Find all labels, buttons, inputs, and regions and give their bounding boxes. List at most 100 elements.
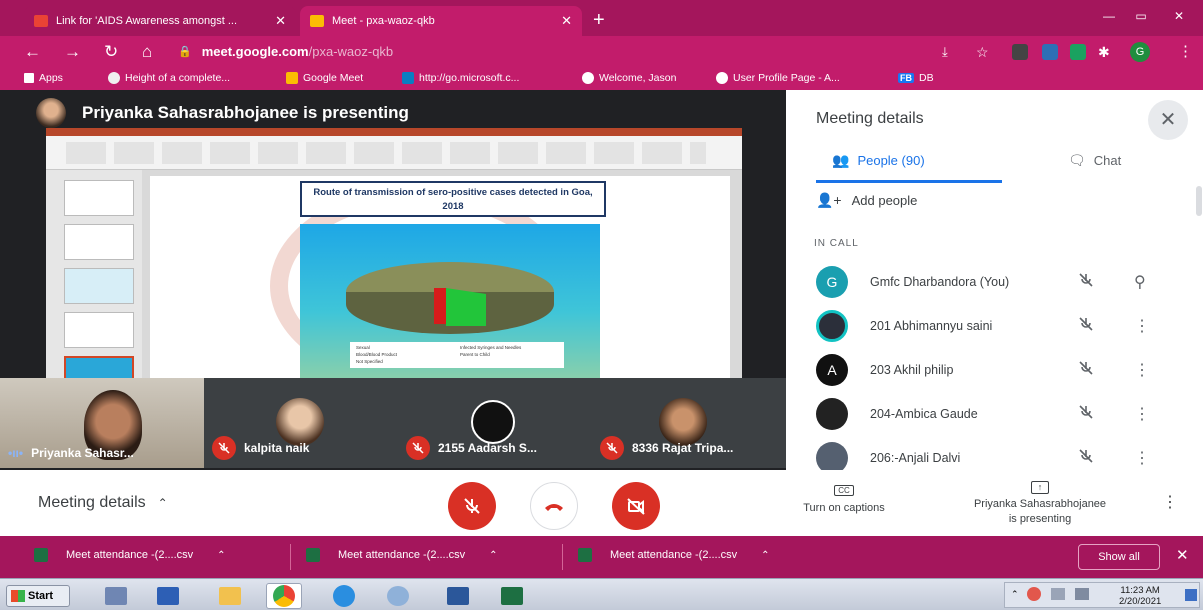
call-controls-bar: Meeting details ⌃ CC Turn on captions ↑ … (0, 470, 1203, 536)
start-button[interactable]: Start (6, 585, 70, 607)
bookmark-item[interactable]: FB DB (898, 72, 934, 84)
excel-icon (501, 587, 523, 605)
more-options-icon[interactable]: ⋮ (1134, 360, 1150, 380)
profile-avatar[interactable]: G (1130, 42, 1150, 62)
participant-tile[interactable]: •ıı• Priyanka Sahasr... (0, 378, 204, 468)
mic-off-icon (406, 436, 430, 460)
bookmark-item[interactable]: Welcome, Jason (582, 72, 676, 84)
taskbar: Start ⌃ 11:23 AM 2/20/2021 (0, 578, 1203, 610)
tray-expand-icon[interactable]: ⌃ (1011, 589, 1019, 600)
more-options-icon[interactable]: ⋮ (1134, 448, 1150, 468)
meeting-details-panel: Meeting details ✕ 👥 People (90) 🗨 Chat 👤… (786, 90, 1203, 474)
slide-title: Route of transmission of sero-positive c… (300, 181, 606, 217)
chevron-up-icon[interactable]: ⌃ (761, 550, 769, 561)
presenting-button[interactable]: ↑ Priyanka Sahasrabhojanee is presenting (940, 480, 1140, 527)
pin-icon[interactable]: ⚲ (1134, 272, 1146, 292)
tab-gmail[interactable]: Link for 'AIDS Awareness amongst ... ✕ (24, 6, 296, 36)
chevron-up-icon[interactable]: ⌃ (489, 550, 497, 561)
puzzle-icon[interactable]: ✱ (1098, 42, 1110, 62)
taskbar-app-folder[interactable] (212, 583, 248, 609)
legend-entry: Infected Syringes and Needles (460, 345, 522, 350)
slide-thumbnail (64, 268, 134, 304)
participant-tile[interactable]: 2155 Aadarsh S... (398, 378, 592, 468)
in-call-heading: IN CALL (814, 238, 859, 249)
show-desktop-button[interactable] (1185, 589, 1197, 601)
tab-people[interactable]: 👥 People (90) (832, 152, 925, 169)
extension-icon[interactable] (1042, 44, 1058, 60)
participant-row[interactable]: 204-Ambica Gaude ⋮ (816, 398, 1186, 430)
extension-icon[interactable] (1070, 44, 1086, 60)
panel-scrollbar[interactable] (1196, 186, 1202, 216)
network-icon[interactable] (1027, 587, 1041, 601)
taskbar-app-media[interactable] (150, 583, 186, 609)
current-slide: Route of transmission of sero-positive c… (150, 176, 730, 404)
taskbar-app-chrome[interactable] (266, 583, 302, 609)
show-all-button[interactable]: Show all (1078, 544, 1160, 570)
more-options-icon[interactable]: ⋮ (1134, 316, 1150, 336)
clock[interactable]: 11:23 AM 2/20/2021 (1119, 585, 1161, 607)
tab-meet[interactable]: Meet - pxa-waoz-qkb ✕ (300, 6, 582, 36)
url-host: meet.google.com (201, 44, 309, 59)
chevron-up-icon[interactable]: ⌃ (217, 550, 225, 561)
taskbar-app-ie[interactable] (326, 583, 362, 609)
bing-icon (402, 72, 414, 84)
divider (562, 544, 563, 570)
participant-tile[interactable]: kalpita naik (204, 378, 398, 468)
tab-label: Link for 'AIDS Awareness amongst ... (56, 15, 238, 27)
bookmark-item[interactable]: User Profile Page - A... (716, 72, 840, 84)
divider (290, 544, 291, 570)
bookmark-item[interactable]: Height of a complete... (108, 72, 230, 84)
add-people-button[interactable]: 👤+ Add people (816, 192, 917, 209)
close-downloads-icon[interactable]: ✕ (1176, 546, 1189, 564)
audio-level-icon: •ıı• (8, 446, 24, 460)
close-panel-button[interactable]: ✕ (1148, 100, 1188, 140)
display-icon[interactable] (1075, 588, 1089, 600)
home-icon[interactable]: ⌂ (142, 42, 152, 62)
download-item[interactable]: Meet attendance -(2....csv ⌃ (578, 548, 770, 562)
download-icon[interactable]: ⤓ (942, 42, 948, 62)
downloads-bar: Meet attendance -(2....csv ⌃ Meet attend… (0, 536, 1203, 578)
maximize-button[interactable]: ▭ (1126, 6, 1156, 26)
tile-name: kalpita naik (244, 441, 310, 455)
taskbar-app-explorer[interactable] (98, 583, 134, 609)
more-options-icon[interactable]: ⋮ (1134, 404, 1150, 424)
taskbar-app-word[interactable] (440, 583, 476, 609)
legend-entry: Blood/Blood Product (356, 352, 398, 357)
participant-tile[interactable]: 8336 Rajat Tripa... (592, 378, 786, 468)
new-tab-button[interactable]: + (593, 9, 605, 32)
extension-icon[interactable] (1012, 44, 1028, 60)
flag-icon[interactable] (1051, 588, 1065, 600)
meeting-details-toggle[interactable]: Meeting details ⌃ (38, 494, 168, 512)
more-options-icon[interactable]: ⋮ (1162, 492, 1178, 512)
bookmark-item[interactable]: http://go.microsoft.c... (402, 72, 519, 84)
minimize-button[interactable]: — (1094, 6, 1124, 26)
kebab-menu-icon[interactable]: ⋮ (1178, 42, 1193, 62)
legend-entry: Sexual (356, 345, 370, 350)
participant-row[interactable]: 201 Abhimannyu saini ⋮ (816, 310, 1186, 342)
close-tab-icon[interactable]: ✕ (267, 13, 286, 29)
participant-name: 204-Ambica Gaude (870, 407, 978, 421)
forward-arrow-icon[interactable]: → (64, 42, 81, 62)
bookmark-item[interactable]: Google Meet (286, 72, 363, 84)
avatar: A (816, 354, 848, 386)
taskbar-app-excel[interactable] (494, 583, 530, 609)
close-tab-icon[interactable]: ✕ (553, 13, 572, 29)
taskbar-app-paint[interactable] (380, 583, 416, 609)
leave-call-button[interactable] (530, 482, 578, 530)
back-arrow-icon[interactable]: ← (24, 42, 41, 62)
url-input[interactable]: 🔒 meet.google.com /pxa-waoz-qkb (178, 40, 938, 64)
download-item[interactable]: Meet attendance -(2....csv ⌃ (306, 548, 498, 562)
participant-row[interactable]: A 203 Akhil philip ⋮ (816, 354, 1186, 386)
star-icon[interactable]: ☆ (976, 42, 989, 62)
reload-icon[interactable]: ↻ (104, 42, 118, 62)
camera-toggle-button[interactable] (612, 482, 660, 530)
captions-button[interactable]: CC Turn on captions (782, 484, 906, 514)
download-item[interactable]: Meet attendance -(2....csv ⌃ (34, 548, 226, 562)
close-window-button[interactable]: ✕ (1164, 6, 1194, 26)
bookmark-apps[interactable]: Apps (24, 72, 63, 84)
google-meet-icon (286, 72, 298, 84)
media-icon (157, 587, 179, 605)
mic-toggle-button[interactable] (448, 482, 496, 530)
participant-row[interactable]: G Gmfc Dharbandora (You) ⚲ (816, 266, 1186, 298)
tab-chat[interactable]: 🗨 Chat (1068, 152, 1121, 169)
